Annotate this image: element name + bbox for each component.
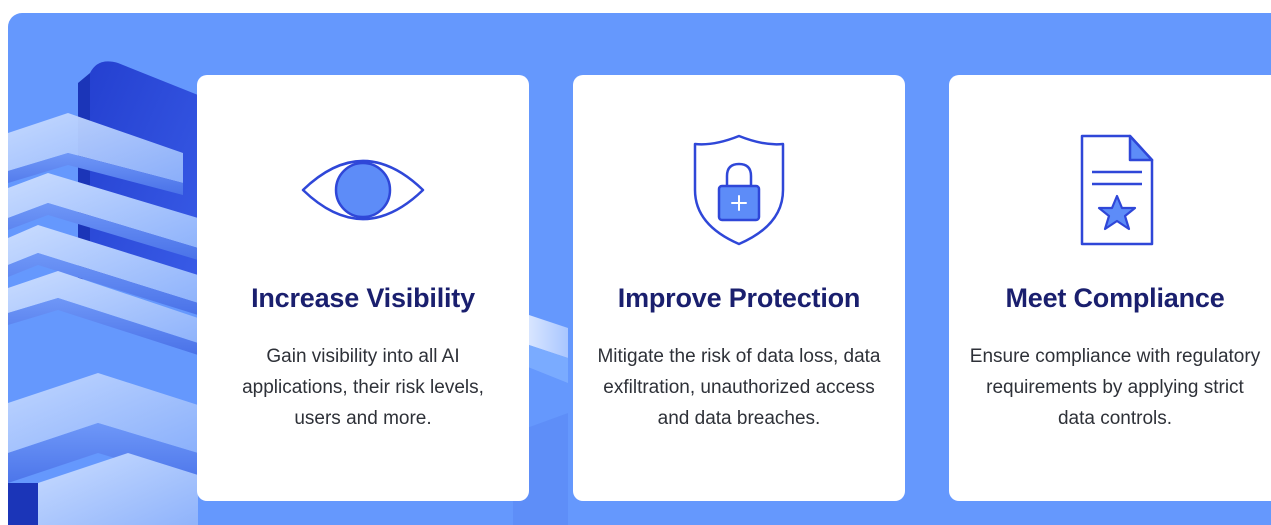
card-title: Increase Visibility — [251, 283, 475, 313]
feature-card-compliance: Meet Compliance Ensure compliance with r… — [949, 75, 1271, 501]
eye-icon — [197, 130, 529, 250]
certificate-document-icon — [949, 130, 1271, 250]
feature-card-protection: Improve Protection Mitigate the risk of … — [573, 75, 905, 501]
shield-lock-icon — [573, 130, 905, 250]
card-description: Gain visibility into all AI applications… — [242, 346, 484, 429]
card-title: Meet Compliance — [1005, 283, 1225, 313]
card-description: Ensure compliance with regulatory requir… — [969, 346, 1261, 429]
features-banner: Increase Visibility Gain visibility into… — [8, 13, 1271, 525]
feature-card-visibility: Increase Visibility Gain visibility into… — [197, 75, 529, 501]
card-title: Improve Protection — [617, 283, 861, 313]
card-description: Mitigate the risk of data loss, data exf… — [597, 346, 881, 429]
